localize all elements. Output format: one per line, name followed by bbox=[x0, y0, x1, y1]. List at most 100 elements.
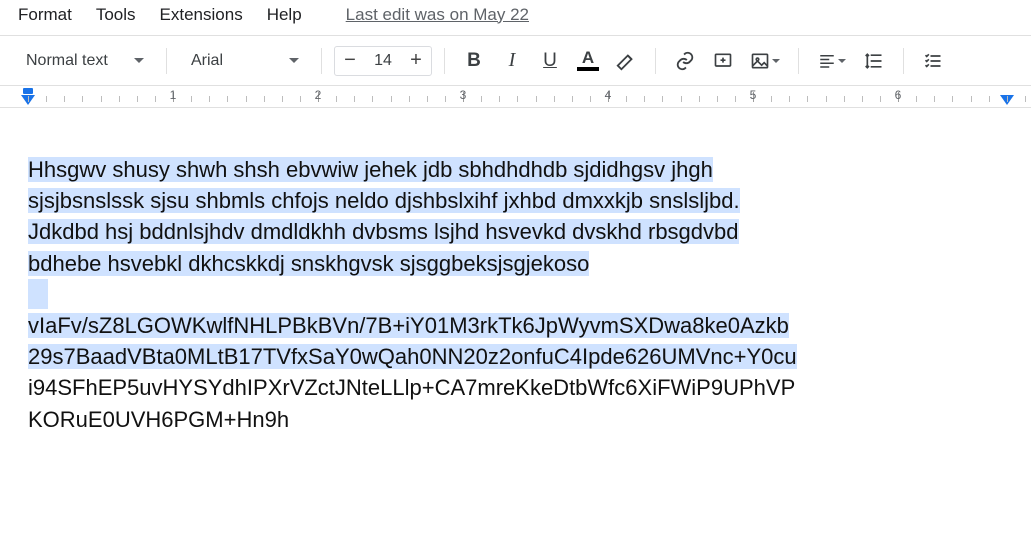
ruler-tick bbox=[119, 96, 120, 102]
ruler-tick bbox=[64, 96, 65, 102]
ruler-number: 3 bbox=[460, 88, 467, 102]
line-spacing-button[interactable] bbox=[857, 44, 891, 78]
text-color-button[interactable]: A bbox=[571, 44, 605, 78]
ruler-tick bbox=[826, 96, 827, 102]
ruler-tick bbox=[82, 96, 83, 102]
ruler-tick bbox=[572, 96, 573, 102]
selected-text[interactable]: 29s7BaadVBta0MLtB17TVfxSaY0wQah0NN20z2on… bbox=[28, 344, 797, 369]
ruler-tick bbox=[536, 96, 537, 102]
ruler-tick bbox=[354, 96, 355, 102]
checklist-icon bbox=[923, 51, 943, 71]
ruler-tick bbox=[336, 96, 337, 102]
ruler-tick bbox=[209, 96, 210, 102]
document-body[interactable]: Hhsgwv shusy shwh shsh ebvwiw jehek jdb … bbox=[0, 108, 1031, 548]
insert-image-button[interactable] bbox=[744, 44, 786, 78]
ruler-tick bbox=[771, 96, 772, 102]
chevron-down-icon bbox=[772, 59, 780, 63]
horizontal-ruler[interactable]: 123456 bbox=[0, 86, 1031, 108]
paragraph[interactable]: vIaFv/sZ8LGOWKwlfNHLPBkBVn/7B+iY01M3rkTk… bbox=[28, 310, 998, 435]
ruler-tick bbox=[554, 96, 555, 102]
line-spacing-icon bbox=[864, 51, 884, 71]
ruler-tick bbox=[880, 96, 881, 102]
font-family-label: Arial bbox=[191, 52, 223, 70]
highlighter-icon bbox=[615, 50, 637, 72]
menubar: Format Tools Extensions Help Last edit w… bbox=[0, 0, 1031, 36]
ruler-tick bbox=[644, 96, 645, 102]
chevron-down-icon bbox=[134, 58, 144, 63]
ruler-tick bbox=[699, 96, 700, 102]
link-icon bbox=[674, 50, 696, 72]
ruler-number: 5 bbox=[750, 88, 757, 102]
italic-button[interactable]: I bbox=[495, 44, 529, 78]
add-comment-button[interactable] bbox=[706, 44, 740, 78]
ruler-tick bbox=[789, 96, 790, 102]
ruler-tick bbox=[28, 96, 29, 102]
highlight-color-button[interactable] bbox=[609, 44, 643, 78]
ruler-tick bbox=[971, 96, 972, 102]
divider bbox=[321, 48, 322, 74]
last-edit-link[interactable]: Last edit was on May 22 bbox=[346, 5, 529, 25]
bold-button[interactable]: B bbox=[457, 44, 491, 78]
selected-text[interactable]: Jdkdbd hsj bddnlsjhdv dmdldkhh dvbsms ls… bbox=[28, 219, 739, 244]
ruler-tick bbox=[445, 96, 446, 102]
ruler-tick bbox=[989, 96, 990, 102]
paragraph-style-dropdown[interactable]: Normal text bbox=[14, 45, 154, 77]
ruler-tick bbox=[227, 96, 228, 102]
ruler-tick bbox=[807, 96, 808, 102]
comment-plus-icon bbox=[713, 51, 733, 71]
font-size-value[interactable]: 14 bbox=[365, 52, 401, 70]
ruler-tick bbox=[372, 96, 373, 102]
selected-text[interactable]: bdhebe hsvebkl dkhcskkdj snskhgvsk sjsgg… bbox=[28, 251, 589, 276]
menu-tools[interactable]: Tools bbox=[96, 5, 136, 25]
ruler-tick bbox=[427, 96, 428, 102]
ruler-tick bbox=[1025, 96, 1026, 102]
blank-line[interactable] bbox=[28, 279, 998, 310]
selected-text[interactable]: vIaFv/sZ8LGOWKwlfNHLPBkBVn/7B+iY01M3rkTk… bbox=[28, 313, 789, 338]
ruler-tick bbox=[300, 96, 301, 102]
selected-text[interactable] bbox=[28, 279, 48, 309]
ruler-tick bbox=[499, 96, 500, 102]
selected-text[interactable]: sjsjbsnslssk sjsu shbmls chfojs neldo dj… bbox=[28, 188, 740, 213]
ruler-tick bbox=[46, 96, 47, 102]
insert-link-button[interactable] bbox=[668, 44, 702, 78]
text-line[interactable]: i94SFhEP5uvHYSYdhIPXrVZctJNteLLlp+CA7mre… bbox=[28, 375, 795, 400]
menu-extensions[interactable]: Extensions bbox=[160, 5, 243, 25]
font-size-stepper[interactable]: − 14 + bbox=[334, 46, 432, 76]
ruler-tick bbox=[662, 96, 663, 102]
first-line-indent-marker[interactable] bbox=[23, 88, 33, 94]
ruler-tick bbox=[264, 96, 265, 102]
selected-text[interactable]: Hhsgwv shusy shwh shsh ebvwiw jehek jdb … bbox=[28, 157, 713, 182]
text-color-letter: A bbox=[582, 51, 594, 65]
font-family-dropdown[interactable]: Arial bbox=[179, 45, 309, 77]
ruler-tick bbox=[282, 96, 283, 102]
font-size-increase[interactable]: + bbox=[401, 49, 431, 72]
ruler-tick bbox=[862, 96, 863, 102]
ruler-tick bbox=[517, 96, 518, 102]
ruler-number: 1 bbox=[170, 88, 177, 102]
ruler-tick bbox=[1007, 96, 1008, 102]
underline-button[interactable]: U bbox=[533, 44, 567, 78]
ruler-number: 2 bbox=[315, 88, 322, 102]
menu-format[interactable]: Format bbox=[18, 5, 72, 25]
ruler-number: 6 bbox=[895, 88, 902, 102]
chevron-down-icon bbox=[289, 58, 299, 63]
ruler-tick bbox=[409, 96, 410, 102]
paragraph[interactable]: Hhsgwv shusy shwh shsh ebvwiw jehek jdb … bbox=[28, 154, 998, 279]
divider bbox=[655, 48, 656, 74]
text-line[interactable]: KORuE0UVH6PGM+Hn9h bbox=[28, 407, 289, 432]
divider bbox=[798, 48, 799, 74]
ruler-tick bbox=[590, 96, 591, 102]
ruler-tick bbox=[681, 96, 682, 102]
chevron-down-icon bbox=[838, 59, 846, 63]
divider bbox=[444, 48, 445, 74]
ruler-tick bbox=[626, 96, 627, 102]
ruler-tick bbox=[952, 96, 953, 102]
menu-help[interactable]: Help bbox=[267, 5, 302, 25]
text-color-bar bbox=[577, 67, 599, 71]
font-size-decrease[interactable]: − bbox=[335, 49, 365, 72]
ruler-tick bbox=[246, 96, 247, 102]
align-button[interactable] bbox=[811, 44, 853, 78]
ruler-tick bbox=[916, 96, 917, 102]
checklist-button[interactable] bbox=[916, 44, 950, 78]
ruler-tick bbox=[735, 96, 736, 102]
